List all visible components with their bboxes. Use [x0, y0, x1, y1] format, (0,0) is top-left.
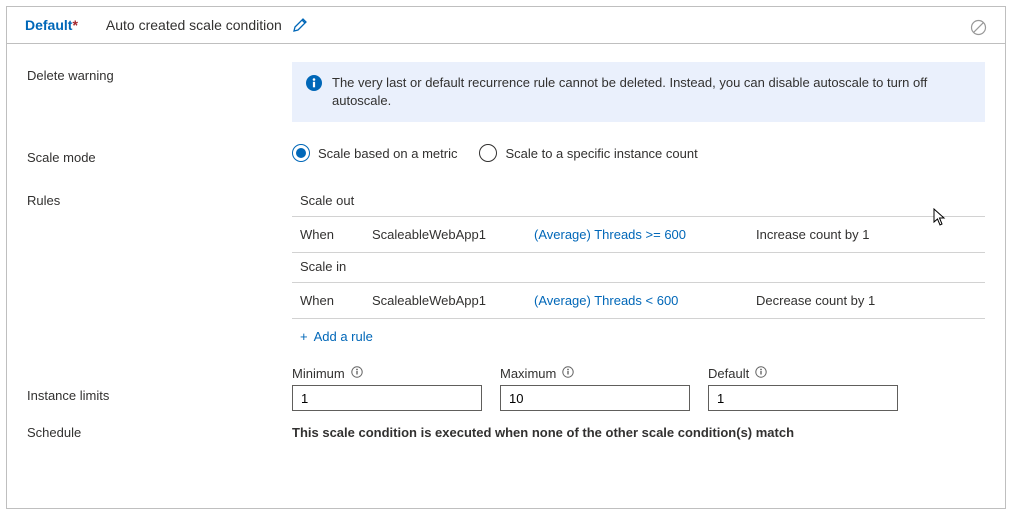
rule-resource: ScaleableWebApp1 — [372, 293, 534, 308]
delete-warning-label: Delete warning — [27, 62, 292, 83]
default-input[interactable] — [708, 385, 898, 411]
schedule-text: This scale condition is executed when no… — [292, 425, 794, 440]
radio-scale-metric[interactable]: Scale based on a metric — [292, 144, 457, 162]
schedule-label: Schedule — [27, 425, 292, 440]
required-asterisk: * — [72, 17, 77, 33]
instance-limits-label: Instance limits — [27, 366, 292, 403]
info-icon[interactable] — [351, 366, 363, 381]
info-banner: The very last or default recurrence rule… — [292, 62, 985, 122]
maximum-label: Maximum — [500, 366, 556, 381]
info-icon[interactable] — [562, 366, 574, 381]
add-rule-label: Add a rule — [314, 329, 373, 344]
delete-warning-row: Delete warning The very last or default … — [27, 62, 985, 122]
maximum-field: Maximum — [500, 366, 690, 411]
rule-condition-link[interactable]: (Average) Threads >= 600 — [534, 227, 756, 242]
minimum-input[interactable] — [292, 385, 482, 411]
instance-limits-row: Instance limits Minimum Maximum — [27, 366, 985, 411]
scale-in-rule-row[interactable]: When ScaleableWebApp1 (Average) Threads … — [292, 283, 985, 319]
prohibit-icon[interactable] — [970, 19, 987, 39]
minimum-label: Minimum — [292, 366, 345, 381]
rules-label: Rules — [27, 187, 292, 208]
default-label: Default — [708, 366, 749, 381]
rules-row: Rules Scale out When ScaleableWebApp1 (A… — [27, 187, 985, 344]
plus-icon: + — [300, 329, 308, 344]
panel-body: Delete warning The very last or default … — [7, 44, 1005, 460]
panel-subtitle: Auto created scale condition — [106, 17, 282, 33]
edit-icon[interactable] — [292, 17, 308, 33]
radio-scale-metric-label: Scale based on a metric — [318, 146, 457, 161]
radio-icon — [479, 144, 497, 162]
scale-mode-radiogroup: Scale based on a metric Scale to a speci… — [292, 144, 985, 162]
info-icon — [306, 75, 322, 96]
scale-mode-label: Scale mode — [27, 144, 292, 165]
rule-condition-link[interactable]: (Average) Threads < 600 — [534, 293, 756, 308]
radio-icon — [292, 144, 310, 162]
schedule-row: Schedule This scale condition is execute… — [27, 425, 985, 440]
default-field: Default — [708, 366, 898, 411]
maximum-input[interactable] — [500, 385, 690, 411]
scale-condition-panel: Default* Auto created scale condition De… — [6, 6, 1006, 509]
add-rule-button[interactable]: + Add a rule — [292, 319, 381, 344]
minimum-field: Minimum — [292, 366, 482, 411]
rule-resource: ScaleableWebApp1 — [372, 227, 534, 242]
rule-when: When — [300, 293, 372, 308]
scale-mode-row: Scale mode Scale based on a metric Scale… — [27, 144, 985, 165]
scale-out-header: Scale out — [292, 187, 985, 216]
info-text: The very last or default recurrence rule… — [332, 74, 971, 110]
rule-action: Increase count by 1 — [756, 227, 977, 242]
info-icon[interactable] — [755, 366, 767, 381]
rule-action: Decrease count by 1 — [756, 293, 977, 308]
panel-header: Default* Auto created scale condition — [7, 7, 1005, 44]
radio-scale-instance-label: Scale to a specific instance count — [505, 146, 697, 161]
radio-scale-instance[interactable]: Scale to a specific instance count — [479, 144, 697, 162]
scale-out-rule-row[interactable]: When ScaleableWebApp1 (Average) Threads … — [292, 217, 985, 253]
panel-title: Default* — [25, 17, 78, 33]
rule-when: When — [300, 227, 372, 242]
scale-in-header: Scale in — [292, 253, 985, 282]
